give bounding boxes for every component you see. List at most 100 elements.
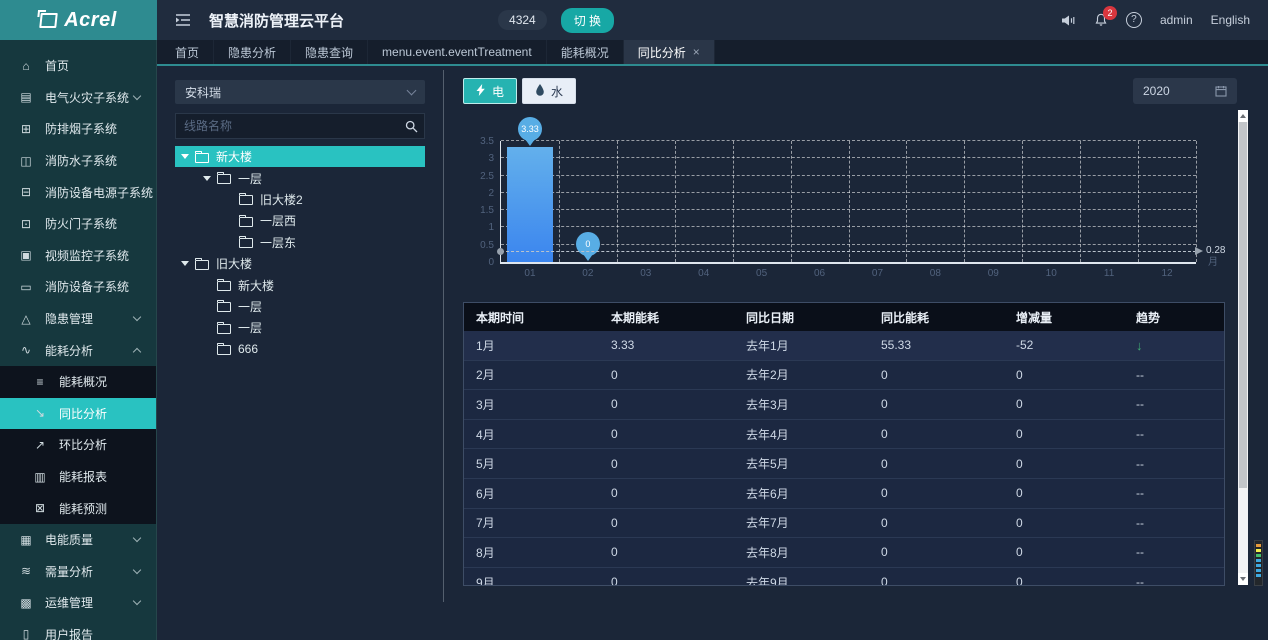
tree-panel: 安科瑞 新大楼一层旧大楼2一层西一层东旧大楼新大楼一层一层666 bbox=[157, 66, 443, 640]
sidebar-item-fire-equipment[interactable]: ▭消防设备子系统 bbox=[0, 271, 156, 303]
sidebar-item-video-monitoring[interactable]: ▣视频监控子系统 bbox=[0, 240, 156, 272]
sidebar-item-smoke-control[interactable]: ⊞防排烟子系统 bbox=[0, 113, 156, 145]
chevron-down-icon bbox=[133, 566, 141, 574]
tab-event-treatment[interactable]: menu.event.eventTreatment bbox=[368, 40, 547, 64]
table-row: 6月0去年6月00-- bbox=[464, 478, 1224, 508]
trend-cell: -- bbox=[1124, 509, 1224, 538]
notification-count-badge: 2 bbox=[1103, 6, 1117, 20]
scrollbar-thumb[interactable] bbox=[1239, 122, 1247, 488]
sidebar-item-mom-analysis[interactable]: ↗环比分析 bbox=[0, 429, 156, 461]
sidebar-item-yoy-analysis[interactable]: ↘同比分析 bbox=[0, 398, 156, 430]
tab-hazard-query[interactable]: 隐患查询 bbox=[291, 40, 368, 64]
table-cell: -52 bbox=[1004, 331, 1124, 360]
year-picker[interactable]: 2020 bbox=[1133, 78, 1237, 104]
table-row: 3月0去年3月00-- bbox=[464, 389, 1224, 419]
tree-node[interactable]: 一层东 bbox=[175, 232, 425, 253]
table-header-cell: 增减量 bbox=[1004, 303, 1124, 331]
table-cell: 去年4月 bbox=[734, 420, 869, 449]
collapse-sidebar-icon[interactable] bbox=[175, 13, 191, 27]
volume-icon[interactable] bbox=[1061, 14, 1076, 27]
app-window: Acrel 智慧消防管理云平台 4324 切 换 2 ? admin Engli… bbox=[0, 0, 1268, 640]
chevron-down-icon bbox=[133, 92, 141, 100]
table-row: 1月3.33去年1月55.33-52↓ bbox=[464, 331, 1224, 360]
table-cell: 去年8月 bbox=[734, 538, 869, 567]
app-header: Acrel 智慧消防管理云平台 4324 切 换 2 ? admin Engli… bbox=[0, 0, 1268, 40]
table-cell: 去年9月 bbox=[734, 568, 869, 586]
user-menu[interactable]: admin bbox=[1160, 13, 1193, 27]
y-axis-tick: 3.5 bbox=[480, 136, 494, 147]
content-scrollbar[interactable] bbox=[1238, 110, 1248, 585]
scroll-down-arrow-icon[interactable] bbox=[1238, 573, 1248, 585]
tree-node[interactable]: 一层西 bbox=[175, 210, 425, 231]
tree-node[interactable]: 新大楼 bbox=[175, 274, 425, 295]
calendar-icon bbox=[1215, 85, 1227, 97]
search-input[interactable] bbox=[176, 119, 398, 133]
data-point-pin: 0 bbox=[576, 232, 600, 256]
trend-cell: -- bbox=[1124, 449, 1224, 478]
sidebar-item-fire-water[interactable]: ◫消防水子系统 bbox=[0, 145, 156, 177]
sidebar-item-energy-forecast[interactable]: ⊠能耗预测 bbox=[0, 492, 156, 524]
table-cell: 0 bbox=[599, 449, 734, 478]
tab-label: 首页 bbox=[175, 44, 199, 61]
scroll-up-arrow-icon[interactable] bbox=[1238, 110, 1248, 122]
water-button[interactable]: 水 bbox=[522, 78, 576, 104]
sidebar-item-fire-door[interactable]: ⊡防火门子系统 bbox=[0, 208, 156, 240]
tab-yoy-analysis[interactable]: 同比分析× bbox=[624, 40, 715, 64]
content-area: 电水 2020 00.511.522.533.50102030405060708… bbox=[460, 66, 1238, 640]
search-icon[interactable] bbox=[398, 114, 424, 138]
table-cell: 0 bbox=[869, 479, 1004, 508]
sidebar-item-energy-analysis[interactable]: ∿能耗分析 bbox=[0, 334, 156, 366]
sidebar-item-demand-analysis[interactable]: ≋需量分析 bbox=[0, 556, 156, 588]
table-cell: 9月 bbox=[464, 568, 599, 586]
tab-hazard-analysis[interactable]: 隐患分析 bbox=[214, 40, 291, 64]
chevron-down-icon bbox=[133, 313, 141, 321]
sidebar-item-label: 防排烟子系统 bbox=[45, 120, 117, 137]
sidebar-item-equipment-power[interactable]: ⊟消防设备电源子系统 bbox=[0, 176, 156, 208]
fire-equipment-icon: ▭ bbox=[18, 280, 34, 294]
company-dropdown[interactable]: 安科瑞 bbox=[175, 80, 425, 104]
markline-start-dot bbox=[497, 248, 504, 255]
sidebar-item-electrical-fire[interactable]: ▤电气火灾子系统 bbox=[0, 82, 156, 114]
scroll-minimap bbox=[1254, 540, 1263, 586]
tree-node-label: 新大楼 bbox=[238, 277, 274, 294]
ops-icon: ▩ bbox=[18, 596, 34, 610]
tree-node[interactable]: 旧大楼 bbox=[175, 253, 425, 274]
energy-forecast-icon: ⊠ bbox=[32, 501, 48, 515]
electricity-button[interactable]: 电 bbox=[463, 78, 517, 104]
sidebar-item-user-report[interactable]: ▯用户报告 bbox=[0, 619, 156, 640]
tree-node[interactable]: 666 bbox=[175, 339, 425, 360]
tab-home[interactable]: 首页 bbox=[161, 40, 214, 64]
table-cell: 0 bbox=[599, 390, 734, 419]
sidebar-item-label: 视频监控子系统 bbox=[45, 247, 129, 264]
sidebar-item-label: 运维管理 bbox=[45, 594, 93, 611]
tab-energy-overview[interactable]: 能耗概况 bbox=[547, 40, 624, 64]
energy-report-icon: ▥ bbox=[32, 470, 48, 484]
tree-node[interactable]: 旧大楼2 bbox=[175, 189, 425, 210]
notifications-button[interactable]: 2 bbox=[1094, 13, 1108, 27]
help-icon[interactable]: ? bbox=[1126, 12, 1142, 28]
table-header-row: 本期时间本期能耗同比日期同比能耗增减量趋势 bbox=[464, 303, 1224, 331]
table-cell: 去年7月 bbox=[734, 509, 869, 538]
demand-icon: ≋ bbox=[18, 564, 34, 578]
language-switcher[interactable]: English bbox=[1211, 13, 1250, 27]
average-markline: 0.28 bbox=[501, 251, 1196, 252]
x-axis-tick: 10 bbox=[1022, 268, 1080, 279]
tree-node[interactable]: 一层 bbox=[175, 296, 425, 317]
tab-label: 能耗概况 bbox=[561, 44, 609, 61]
tree-node[interactable]: 新大楼 bbox=[175, 146, 425, 167]
switch-button[interactable]: 切 换 bbox=[561, 8, 614, 33]
tree-node[interactable]: 一层 bbox=[175, 317, 425, 338]
tree-node[interactable]: 一层 bbox=[175, 167, 425, 188]
sidebar-item-hazard-management[interactable]: △隐患管理 bbox=[0, 303, 156, 335]
sidebar-item-home[interactable]: ⌂首页 bbox=[0, 50, 156, 82]
tab-label: 隐患分析 bbox=[228, 44, 276, 61]
x-axis-tick: 11 bbox=[1080, 268, 1138, 279]
app-body: ⌂首页▤电气火灾子系统⊞防排烟子系统◫消防水子系统⊟消防设备电源子系统⊡防火门子… bbox=[0, 40, 1268, 640]
sidebar-item-energy-report[interactable]: ▥能耗报表 bbox=[0, 461, 156, 493]
tab-close-icon[interactable]: × bbox=[693, 45, 700, 59]
sidebar-item-ops-management[interactable]: ▩ 运维管理 bbox=[0, 587, 156, 619]
sidebar-item-power-quality[interactable]: ▦电能质量 bbox=[0, 524, 156, 556]
sidebar-item-energy-overview[interactable]: ≡能耗概况 bbox=[0, 366, 156, 398]
sidebar-item-label: 环比分析 bbox=[59, 436, 107, 453]
tree-node-label: 一层 bbox=[238, 319, 262, 336]
